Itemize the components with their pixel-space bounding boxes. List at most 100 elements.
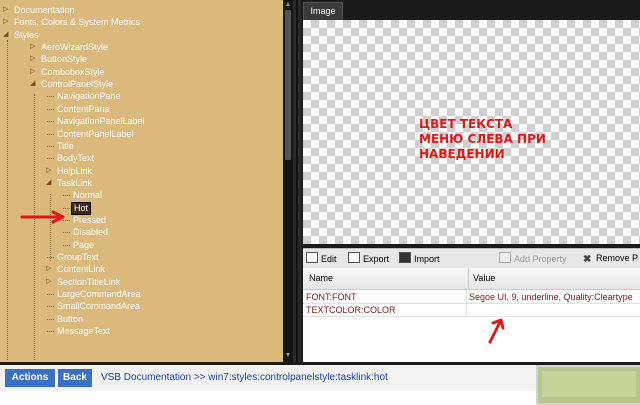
tree-item-label: Button [57,313,84,324]
row-separator [466,291,467,303]
expand-arrow-icon[interactable]: ▷ [46,167,52,174]
tree-item-label: Disabled [73,227,109,238]
import-icon [399,252,411,263]
collapse-arrow-icon[interactable]: ◢ [30,80,36,87]
remove-icon: ✖ [583,254,592,265]
tree-item-label: Styles [14,29,39,40]
left-annotation-arrow [20,210,65,224]
tree-scrollbar[interactable]: ▲ ▼ [283,0,293,362]
export-button[interactable]: Export [348,252,389,265]
tree-item-label: Title [57,140,74,151]
remove-label: Remove P [596,253,639,263]
annotation-text: ЦВЕТ ТЕКСТА МЕНЮ СЛЕВА ПРИ НАВЕДЕНИИ [419,117,569,162]
tree-item[interactable]: HelpLink [55,165,94,177]
tree-item[interactable]: Documentation [12,4,77,16]
tree-guide-line [47,108,54,110]
tree-guide-line [7,40,8,360]
collapse-arrow-icon[interactable]: ◢ [46,179,52,186]
collapse-arrow-icon[interactable]: ◢ [3,31,9,38]
tree-guide-line [47,331,54,333]
tree-guide-line [63,207,70,209]
edit-button[interactable]: Edit [306,252,337,265]
property-row[interactable]: TEXTCOLOR:COLOR [303,304,640,317]
tree-item[interactable]: ControlPanelStyle [39,78,115,90]
column-header-name[interactable]: Name [309,268,333,289]
add-property-label: Add Property [514,254,567,264]
tree-item[interactable]: ContentPane [55,103,112,115]
import-button[interactable]: Import [399,252,440,265]
tree-guide-line [47,121,54,123]
tree-item[interactable]: SmallCommandArea [55,300,142,312]
scroll-thumb[interactable] [285,10,291,160]
back-button[interactable]: Back [58,369,92,387]
tree-item-label: Normal [73,190,103,201]
expand-arrow-icon[interactable]: ▷ [3,18,9,25]
tree-item-label: SectionTitleLink [57,276,121,287]
tree-guide-line [50,194,51,261]
tree-item[interactable]: SectionTitleLink [55,276,122,288]
tree-item[interactable]: ContentLink [55,263,107,275]
tree-item[interactable]: LargeCommandArea [55,288,143,300]
tree-item[interactable]: Button [55,313,85,325]
row-separator [466,304,467,316]
preview-thumbnail [536,365,640,405]
tree-guide-line [34,94,35,360]
tree-guide-line [47,158,54,160]
tree-item[interactable]: Hot [71,201,92,215]
tree-item[interactable]: NavigationPane [55,90,123,102]
expand-arrow-icon[interactable]: ▷ [30,55,36,62]
property-name: TEXTCOLOR:COLOR [306,305,396,315]
right-annotation-arrow [488,318,505,344]
tree-item[interactable]: Pressed [71,214,108,226]
add-property-button[interactable]: Add Property [499,252,567,265]
tree-item-label: ContentPanelLabel [57,128,134,139]
tree-item[interactable]: Page [71,239,96,251]
expand-arrow-icon[interactable]: ▷ [3,6,9,13]
tree-item[interactable]: Disabled [71,226,110,238]
expand-arrow-icon[interactable]: ▷ [30,43,36,50]
column-header-value[interactable]: Value [473,268,495,289]
tree-guide-line [63,195,70,197]
property-value[interactable]: Segoe UI, 9, underline, Quality:Cleartyp… [469,291,633,303]
footer-strip [0,391,536,405]
tree-item[interactable]: TaskLink [55,177,94,189]
tree-guide-line [47,306,54,308]
tree-item-label: MessageText [57,326,111,337]
edit-icon [306,252,318,263]
property-toolbar: Edit Export Import Add Property ✖ Remove … [303,248,640,268]
tree-item[interactable]: GroupText [55,251,101,263]
tree-item[interactable]: Title [55,140,76,152]
tree-item[interactable]: Normal [71,189,104,201]
tree-item[interactable]: MessageText [55,325,112,337]
expand-arrow-icon[interactable]: ▷ [46,265,52,272]
tree-item[interactable]: ButtonStyle [39,53,89,65]
tree-item-label: HelpLink [57,165,93,176]
scroll-up-icon[interactable]: ▲ [284,1,292,9]
property-row[interactable]: FONT:FONT Segoe UI, 9, underline, Qualit… [303,291,640,304]
tree-item[interactable]: AeroWizardStyle [39,41,110,53]
splitter-line [296,0,298,362]
tree-item[interactable]: NavigationPanelLabel [55,115,147,127]
breadcrumb: VSB Documentation >> win7:styles:control… [101,372,388,383]
tree-item[interactable]: BodyText [55,152,96,164]
scroll-down-icon[interactable]: ▼ [284,352,292,360]
expand-arrow-icon[interactable]: ▷ [30,68,36,75]
tree-item-label: BodyText [57,153,95,164]
column-separator[interactable] [468,268,469,289]
tab-image[interactable]: Image [303,2,343,20]
tree-guide-line [63,232,70,234]
tree-item-label: GroupText [57,252,99,262]
remove-property-button[interactable]: ✖ Remove P [583,252,638,265]
tree-item[interactable]: Fonts, Colors & System Metrics [12,16,142,28]
tree-item[interactable]: ComboboxStyle [39,66,107,78]
tree-item-label: ComboboxStyle [41,66,105,77]
tree-item[interactable]: Styles [12,29,41,41]
tree-guide-line [63,244,70,246]
add-property-icon [499,252,511,263]
actions-button[interactable]: Actions [5,369,55,387]
tree-item[interactable]: ContentPanelLabel [55,128,136,140]
annotation-line: НАВЕДЕНИИ [419,147,505,161]
expand-arrow-icon[interactable]: ▷ [46,278,52,285]
tree-guide-line [47,294,54,296]
tree-item-label: NavigationPanelLabel [57,116,145,127]
